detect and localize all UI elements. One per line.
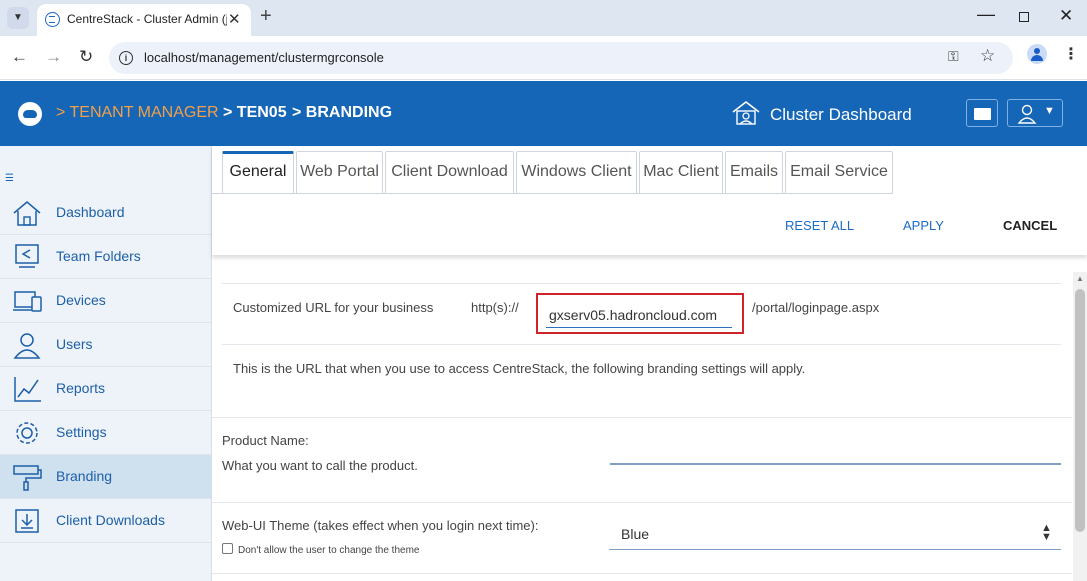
url-help-text: This is the URL that when you use to acc… <box>233 361 806 376</box>
sidebar-item-reports[interactable]: Reports <box>0 367 211 411</box>
forward-icon[interactable]: → <box>45 47 62 67</box>
back-icon[interactable]: ← <box>11 47 28 67</box>
divider <box>222 283 1061 284</box>
theme-select[interactable]: Blue ▲ ▼ <box>609 518 1061 550</box>
product-name-help: What you want to call the product. <box>222 458 418 473</box>
breadcrumb-tenant-manager[interactable]: > TENANT MANAGER <box>56 104 219 122</box>
maximize-icon[interactable] <box>1019 12 1029 22</box>
scroll-up-icon[interactable]: ▲ <box>1076 274 1084 283</box>
sidebar-item-client-downloads[interactable]: Client Downloads <box>0 499 211 543</box>
sidebar-item-branding[interactable]: Branding <box>0 455 211 499</box>
browser-tab-bar: ▼ CentreStack - Cluster Admin (jm ✕ + — … <box>0 0 1087 36</box>
cluster-dashboard-icon[interactable] <box>731 99 761 127</box>
sidebar-item-label: Settings <box>56 424 107 440</box>
divider <box>212 573 1072 574</box>
custom-url-input[interactable]: gxserv05.hadroncloud.com <box>536 293 744 334</box>
devices-icon <box>13 291 42 312</box>
browser-menu-icon[interactable]: ⋮ <box>1063 44 1079 64</box>
tab-mac-client[interactable]: Mac Client <box>639 151 723 193</box>
browser-tab[interactable]: CentreStack - Cluster Admin (jm ✕ <box>37 4 251 36</box>
sidebar-item-label: Team Folders <box>56 248 141 264</box>
centrestack-logo-icon[interactable] <box>18 102 42 126</box>
reports-icon <box>14 377 41 402</box>
breadcrumb-ten05: > TEN05 <box>223 104 287 121</box>
product-name-input[interactable] <box>610 463 1061 465</box>
sidebar-collapse-icon[interactable]: ☰ <box>5 173 14 184</box>
tabs-underline <box>212 193 893 194</box>
theme-lock-label: Don't allow the user to change the theme <box>238 545 420 556</box>
password-key-icon[interactable]: ⚿ <box>948 48 959 65</box>
client-downloads-icon <box>15 509 39 533</box>
content-scrollbar[interactable]: ▲ <box>1073 272 1087 581</box>
centrestack-favicon-icon <box>45 12 60 27</box>
tab-general[interactable]: General <box>222 151 294 193</box>
browser-toolbar: ← → ↻ i localhost/management/clustermgrc… <box>0 36 1087 80</box>
tab-emails[interactable]: Emails <box>725 151 783 193</box>
input-underline <box>546 327 732 328</box>
cancel-button[interactable]: CANCEL <box>1003 218 1057 233</box>
cluster-dashboard-link[interactable]: Cluster Dashboard <box>770 105 912 125</box>
site-info-icon[interactable]: i <box>119 51 133 65</box>
breadcrumb-branding: > BRANDING <box>292 104 393 121</box>
reset-all-button[interactable]: RESET ALL <box>785 218 854 233</box>
theme-select-value: Blue <box>621 526 650 542</box>
branding-icon <box>13 465 42 491</box>
custom-url-value[interactable]: gxserv05.hadroncloud.com <box>549 307 717 323</box>
sidebar-item-label: Dashboard <box>56 204 125 220</box>
sidebar-item-devices[interactable]: Devices <box>0 279 211 323</box>
divider <box>222 344 1061 345</box>
sidebar-item-settings[interactable]: Settings <box>0 411 211 455</box>
product-name-label: Product Name: <box>222 433 309 448</box>
chevron-down-icon: ▼ <box>1044 105 1055 117</box>
profile-avatar-icon[interactable] <box>1027 44 1047 64</box>
theme-label: Web-UI Theme (takes effect when you logi… <box>222 518 539 533</box>
url-suffix: /portal/loginpage.aspx <box>752 300 880 315</box>
users-icon <box>13 333 41 359</box>
sidebar-item-dashboard[interactable]: Dashboard <box>0 191 211 235</box>
reload-icon[interactable]: ↻ <box>79 47 93 67</box>
sidebar-item-users[interactable]: Users <box>0 323 211 367</box>
bookmark-star-icon[interactable]: ☆ <box>980 46 995 66</box>
sidebar-item-team-folders[interactable]: Team Folders <box>0 235 211 279</box>
sidebar-item-label: Client Downloads <box>56 512 165 528</box>
tab-email-service[interactable]: Email Service <box>785 151 893 193</box>
sidebar-item-label: Branding <box>56 468 113 484</box>
tab-list-dropdown-icon[interactable]: ▼ <box>7 7 29 29</box>
tab-web-portal[interactable]: Web Portal <box>296 151 383 193</box>
minimize-icon[interactable]: — <box>977 4 995 25</box>
address-bar[interactable]: i localhost/management/clustermgrconsole… <box>109 42 1013 74</box>
branding-tabs-panel: General Web Portal Client Download Windo… <box>212 146 1087 255</box>
new-tab-icon[interactable]: + <box>260 5 272 28</box>
tab-client-download[interactable]: Client Download <box>385 151 514 193</box>
user-menu-button[interactable]: ▼ <box>1007 99 1063 127</box>
sidebar-item-label: Users <box>56 336 93 352</box>
custom-url-label: Customized URL for your business <box>233 300 434 315</box>
url-prefix: http(s):// <box>471 300 519 315</box>
tab-close-icon[interactable]: ✕ <box>228 10 241 28</box>
divider <box>212 417 1072 418</box>
settings-icon <box>16 422 38 444</box>
folder-icon[interactable] <box>966 99 998 127</box>
address-url[interactable]: localhost/management/clustermgrconsole <box>144 50 384 65</box>
window-close-icon[interactable]: ✕ <box>1059 6 1073 26</box>
sidebar: ☰ Dashboard Team Folders Devices Users R… <box>0 146 212 581</box>
user-icon <box>1017 104 1037 124</box>
team-folders-icon <box>15 244 39 268</box>
browser-tab-title: CentreStack - Cluster Admin (jm <box>67 12 227 26</box>
scrollbar-thumb[interactable] <box>1075 289 1085 532</box>
sidebar-item-label: Reports <box>56 380 106 396</box>
divider <box>212 502 1072 503</box>
theme-lock-checkbox[interactable] <box>222 543 233 554</box>
app-header: > TENANT MANAGER > TEN05 > BRANDING Clus… <box>0 81 1087 146</box>
tab-windows-client[interactable]: Windows Client <box>516 151 637 193</box>
select-arrows-icon: ▲ ▼ <box>1041 522 1052 543</box>
sidebar-item-label: Devices <box>56 292 106 308</box>
apply-button[interactable]: APPLY <box>903 218 944 233</box>
home-icon <box>13 201 41 226</box>
